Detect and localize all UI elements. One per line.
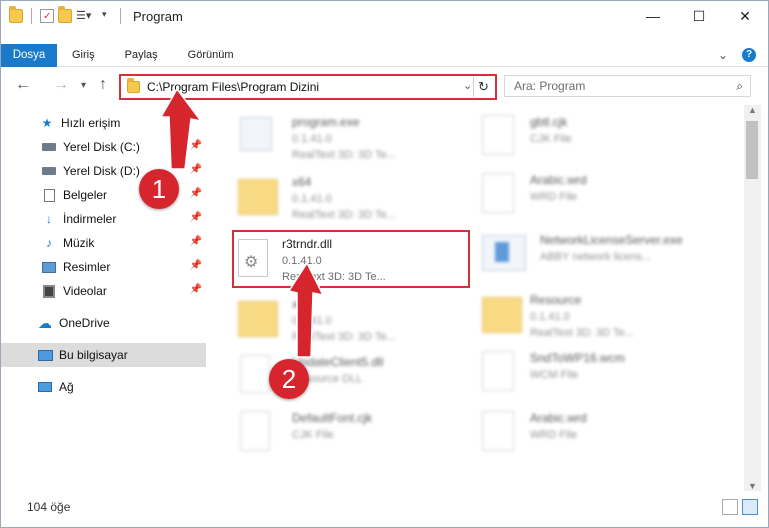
arrow-two xyxy=(287,261,325,358)
callout-badge-2: 2 xyxy=(269,359,309,399)
arrow-one xyxy=(159,87,203,170)
callout-arrows xyxy=(159,87,325,358)
callout-badge-1: 1 xyxy=(139,169,179,209)
explorer-window: ✓ ☰▾ ▾ Program — ☐ ✕ Dosya Giriş Paylaş … xyxy=(0,0,769,528)
